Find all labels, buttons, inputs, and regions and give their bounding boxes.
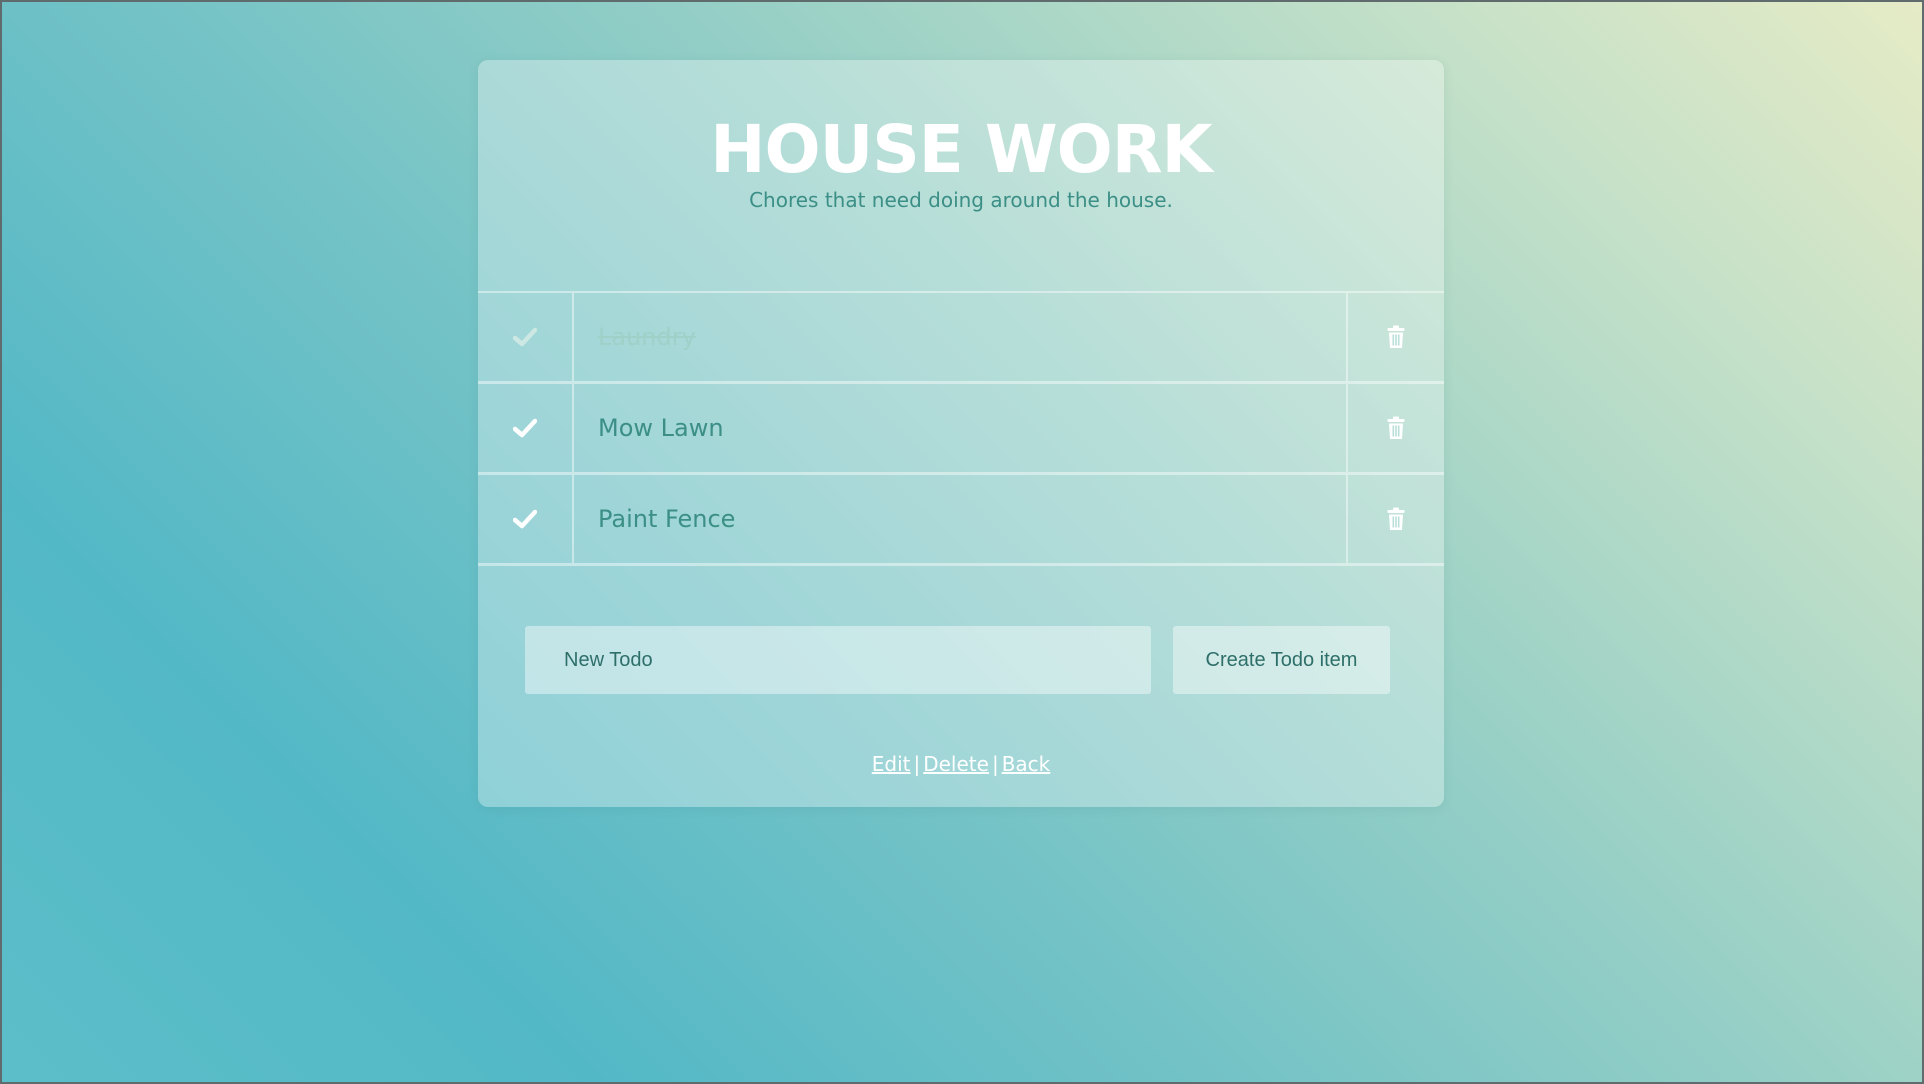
todo-item: Laundry <box>478 293 1444 384</box>
todo-item: Mow Lawn <box>478 384 1444 475</box>
todo-item: Paint Fence <box>478 475 1444 566</box>
edit-link[interactable]: Edit <box>872 752 911 776</box>
link-separator: | <box>913 752 921 776</box>
new-todo-input[interactable] <box>525 626 1151 694</box>
trash-icon <box>1387 325 1405 348</box>
todo-list-card: HOUSE WORK Chores that need doing around… <box>478 60 1444 807</box>
list-actions: Edit | Delete | Back <box>478 752 1444 776</box>
page-title: HOUSE WORK <box>710 111 1212 188</box>
todo-item-label[interactable]: Paint Fence <box>574 475 1346 563</box>
create-todo-button[interactable]: Create Todo item <box>1173 626 1390 694</box>
check-icon <box>513 418 537 438</box>
check-icon <box>513 327 537 347</box>
delete-link[interactable]: Delete <box>923 752 989 776</box>
new-todo-form: Create Todo item <box>525 626 1393 694</box>
toggle-complete-button[interactable] <box>478 475 574 563</box>
toggle-complete-button[interactable] <box>478 293 574 381</box>
back-link[interactable]: Back <box>1002 752 1051 776</box>
check-icon <box>513 509 537 529</box>
toggle-complete-button[interactable] <box>478 384 574 472</box>
link-separator: | <box>991 752 999 776</box>
todo-list: Laundry Mow Lawn Paint Fence <box>478 291 1444 566</box>
trash-icon <box>1387 507 1405 530</box>
todo-item-label[interactable]: Laundry <box>574 293 1346 381</box>
delete-todo-button[interactable] <box>1346 384 1444 472</box>
todo-item-label[interactable]: Mow Lawn <box>574 384 1346 472</box>
delete-todo-button[interactable] <box>1346 293 1444 381</box>
trash-icon <box>1387 416 1405 439</box>
page-subtitle: Chores that need doing around the house. <box>749 188 1173 212</box>
delete-todo-button[interactable] <box>1346 475 1444 563</box>
